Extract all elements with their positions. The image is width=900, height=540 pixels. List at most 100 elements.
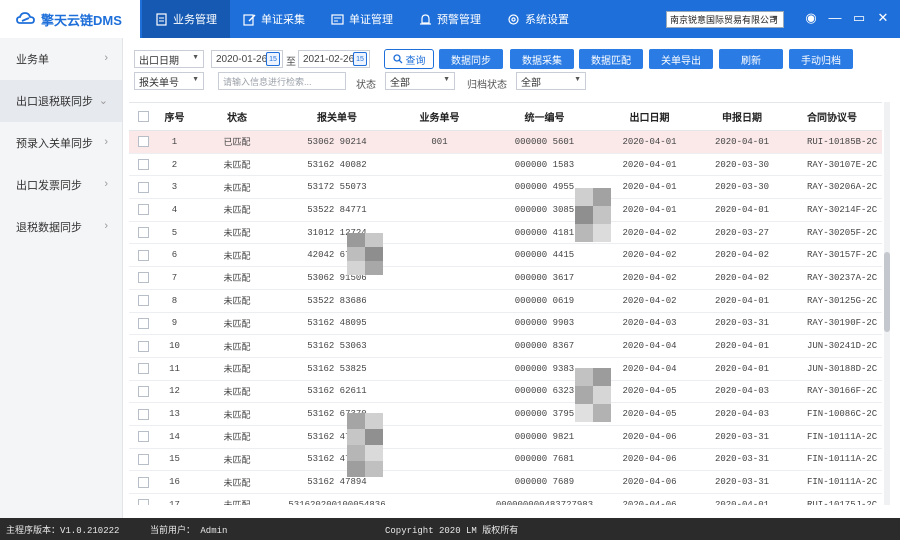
table-row[interactable]: 7 未匹配 53062 91506 000000 3617 2020-04-02 2020… (129, 267, 882, 290)
table-row[interactable]: 12 未匹配 53162 62611 000000 6323 2020-04-05 202… (129, 381, 882, 404)
data-sync-button[interactable]: 数据同步 (439, 49, 503, 69)
query-button[interactable]: 查询 (384, 49, 434, 69)
row-checkbox[interactable] (137, 499, 149, 505)
row-checkbox-cell[interactable] (129, 227, 157, 239)
company-select[interactable]: 南京锐意国际贸易有限公司 ▼ (666, 11, 784, 28)
table-row[interactable]: 17 未匹配 531620200100054836 00000000048372798… (129, 494, 882, 505)
date-from-field[interactable]: 2020-01-26 15 (211, 50, 283, 68)
archive-status-select[interactable]: 全部 ▼ (516, 72, 586, 90)
status-select[interactable]: 全部 ▼ (385, 72, 455, 90)
row-checkbox-cell[interactable] (129, 385, 157, 397)
manual-archive-button[interactable]: 手动归档 (789, 49, 853, 69)
date-to-field[interactable]: 2021-02-26 15 (298, 50, 370, 68)
table-row[interactable]: 16 未匹配 53162 47894 000000 7689 2020-04-06 202… (129, 471, 882, 494)
table-row[interactable]: 4 未匹配 53522 84771 000000 3085 2020-04-01 2020… (129, 199, 882, 222)
row-checkbox-cell[interactable] (129, 159, 157, 171)
table-row[interactable]: 5 未匹配 31012 12724 000000 4181 2020-04-02 2020… (129, 222, 882, 245)
row-checkbox[interactable] (137, 317, 149, 329)
row-checkbox-cell[interactable] (129, 295, 157, 307)
scrollbar-thumb[interactable] (884, 252, 890, 332)
table-row[interactable]: 11 未匹配 53162 53825 000000 9383 2020-04-04 202… (129, 358, 882, 381)
col-header-export-date[interactable]: 出口日期 (602, 109, 697, 124)
declare-date-cell: 2020-03-27 (714, 227, 769, 238)
col-header-seq[interactable]: 序号 (157, 109, 192, 124)
search-input[interactable]: 请输入信息进行检索... (218, 72, 346, 90)
sidebar-item-export-rebate-sync[interactable]: 出口退税联同步 ⌄ (0, 80, 122, 122)
row-checkbox[interactable] (137, 159, 149, 171)
table-row[interactable]: 13 未匹配 53162 67370 000000 3795 2020-04-05 202… (129, 403, 882, 426)
row-checkbox[interactable] (137, 408, 149, 420)
minimize-icon[interactable]: — (828, 10, 842, 26)
row-checkbox-cell[interactable] (129, 453, 157, 465)
data-match-button[interactable]: 数据匹配 (579, 49, 643, 69)
export-decl-button[interactable]: 关单导出 (649, 49, 713, 69)
row-checkbox[interactable] (137, 363, 149, 375)
row-checkbox-cell[interactable] (129, 136, 157, 148)
row-checkbox[interactable] (137, 136, 149, 148)
nav-doc-collect[interactable]: 单证采集 (230, 0, 318, 38)
contract-no-cell: RAY-30214F-2C (807, 204, 878, 215)
date-type-select[interactable]: 出口日期 ▼ (134, 50, 204, 68)
row-checkbox[interactable] (137, 272, 149, 284)
table-row[interactable]: 14 未匹配 53162 47852 000000 9821 2020-04-06 202… (129, 426, 882, 449)
table-row[interactable]: 3 未匹配 53172 55073 000000 4955 2020-04-01 2020… (129, 176, 882, 200)
col-header-unified-no[interactable]: 统一编号 (487, 109, 602, 124)
col-header-biz-no[interactable]: 业务单号 (392, 109, 487, 124)
table-row[interactable]: 1 已匹配 53062 90214 001 000000 5601 2020-04-01 2… (129, 131, 882, 154)
sidebar-item-prerecord-sync[interactable]: 预录入关单同步 › (0, 122, 122, 164)
row-checkbox-cell[interactable] (129, 181, 157, 193)
refresh-button[interactable]: 刷新 (719, 49, 783, 69)
table-row[interactable]: 2 未匹配 53162 40082 000000 1583 2020-04-01 2020… (129, 154, 882, 177)
col-header-declare-date[interactable]: 申报日期 (697, 109, 787, 124)
row-checkbox-cell[interactable] (129, 340, 157, 352)
table-row[interactable]: 15 未匹配 53162 47879 000000 7681 2020-04-06 202… (129, 449, 882, 472)
row-checkbox[interactable] (137, 204, 149, 216)
nav-settings[interactable]: 系统设置 (494, 0, 582, 38)
select-all-checkbox[interactable] (137, 111, 149, 122)
table-row[interactable]: 6 未匹配 42042 67150 000000 4415 2020-04-02 2020… (129, 244, 882, 268)
sidebar-item-invoice-sync[interactable]: 出口发票同步 › (0, 164, 122, 206)
col-header-contract-no[interactable]: 合同协议号 (787, 109, 882, 124)
decl-no-cell: 53162 40082 (307, 159, 367, 170)
table-row[interactable]: 9 未匹配 53162 48095 000000 9903 2020-04-03 2020… (129, 313, 882, 336)
row-checkbox[interactable] (137, 295, 149, 307)
row-checkbox[interactable] (137, 227, 149, 239)
close-icon[interactable]: ✕ (876, 10, 890, 26)
status-select-value: 全部 (390, 77, 410, 89)
sidebar-item-business-order[interactable]: 业务单 › (0, 38, 122, 80)
row-checkbox[interactable] (137, 453, 149, 465)
row-checkbox[interactable] (137, 249, 149, 261)
table-row[interactable]: 8 未匹配 53522 83686 000000 0619 2020-04-02 2020… (129, 290, 882, 313)
row-checkbox-cell[interactable] (129, 476, 157, 488)
row-checkbox-cell[interactable] (129, 317, 157, 329)
table-scrollbar[interactable] (884, 102, 890, 505)
maximize-icon[interactable]: ▭ (852, 10, 866, 26)
row-checkbox-cell[interactable] (129, 363, 157, 375)
nav-alert[interactable]: 预警管理 (406, 0, 494, 38)
row-checkbox-cell[interactable] (129, 249, 157, 261)
row-checkbox[interactable] (137, 340, 149, 352)
select-all-cell[interactable] (129, 111, 157, 122)
table-row[interactable]: 10 未匹配 53162 53063 000000 8367 2020-04-04 202… (129, 335, 882, 358)
col-header-decl-no[interactable]: 报关单号 (282, 109, 392, 124)
search-field-select[interactable]: 报关单号 ▼ (134, 72, 204, 90)
col-header-status[interactable]: 状态 (192, 109, 282, 124)
calendar-icon[interactable]: 15 (353, 52, 367, 66)
row-checkbox[interactable] (137, 476, 149, 488)
row-checkbox-cell[interactable] (129, 204, 157, 216)
row-checkbox-cell[interactable] (129, 431, 157, 443)
sidebar-item-rebate-data-sync[interactable]: 退税数据同步 › (0, 206, 122, 248)
data-collect-button[interactable]: 数据采集 (510, 49, 574, 69)
row-checkbox[interactable] (137, 181, 149, 193)
row-checkbox-cell[interactable] (129, 499, 157, 505)
row-checkbox-cell[interactable] (129, 272, 157, 284)
row-checkbox[interactable] (137, 385, 149, 397)
row-checkbox-cell[interactable] (129, 408, 157, 420)
contract-no-cell: JUN-30241D-2C (807, 341, 878, 352)
nav-business[interactable]: 业务管理 (142, 0, 230, 38)
nav-doc-manage[interactable]: 单证管理 (318, 0, 406, 38)
copyright-text: Copyright 2020 LM 版权所有 (385, 525, 519, 536)
row-checkbox[interactable] (137, 431, 149, 443)
record-icon[interactable]: ◉ (804, 10, 818, 26)
calendar-icon[interactable]: 15 (266, 52, 280, 66)
